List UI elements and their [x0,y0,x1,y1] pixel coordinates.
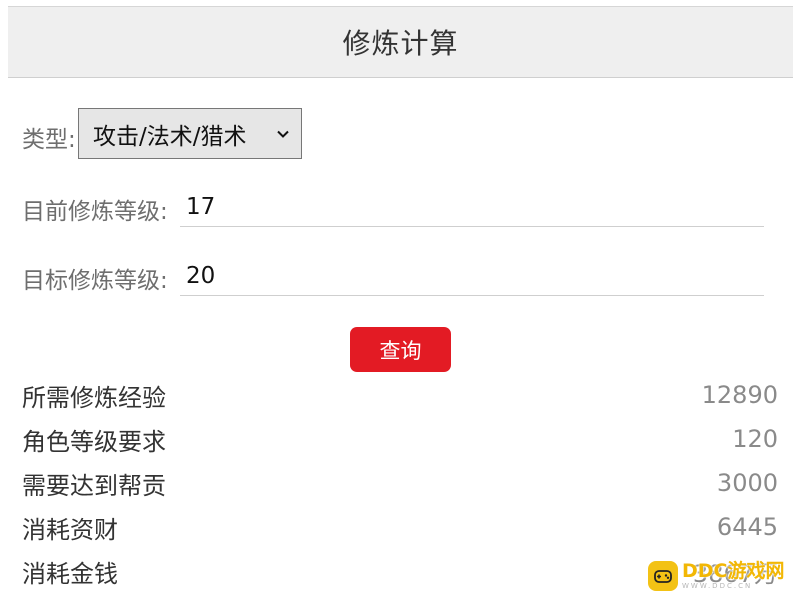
result-value: 120 [732,425,778,453]
current-level-label: 目前修炼等级: [22,199,168,225]
watermark-sub: WWW.DDC.CN [682,582,753,590]
page-header: 修炼计算 [8,6,793,78]
target-level-value: 20 [186,262,216,289]
result-label: 需要达到帮贡 [22,471,166,500]
gamepad-icon [648,561,678,591]
type-select[interactable]: 攻击/法术/猎术 [78,108,302,159]
result-value: 12890 [701,381,778,409]
result-label: 消耗金钱 [22,559,118,588]
current-level-value: 17 [186,193,216,220]
type-select-value: 攻击/法术/猎术 [93,123,247,150]
result-row: 所需修炼经验 12890 [22,375,778,415]
result-label: 角色等级要求 [22,427,166,456]
result-label: 所需修炼经验 [22,383,166,412]
page-title: 修炼计算 [342,27,459,60]
chevron-down-icon [277,130,289,138]
result-value: 6445 [716,513,778,541]
watermark: DDC游戏网 WWW.DDC.CN [648,556,796,596]
watermark-main: DDC游戏网 [682,560,785,582]
result-row: 消耗资财 6445 [22,507,778,547]
target-level-input[interactable]: 20 [180,256,764,296]
result-row: 角色等级要求 120 [22,419,778,459]
type-label: 类型: [22,127,76,153]
result-value: 3000 [716,469,778,497]
watermark-text: DDC游戏网 WWW.DDC.CN [682,562,785,590]
query-button[interactable]: 查询 [350,327,451,372]
current-level-input[interactable]: 17 [180,187,764,227]
result-row: 需要达到帮贡 3000 [22,463,778,503]
result-label: 消耗资财 [22,515,118,544]
target-level-label: 目标修炼等级: [22,268,168,294]
